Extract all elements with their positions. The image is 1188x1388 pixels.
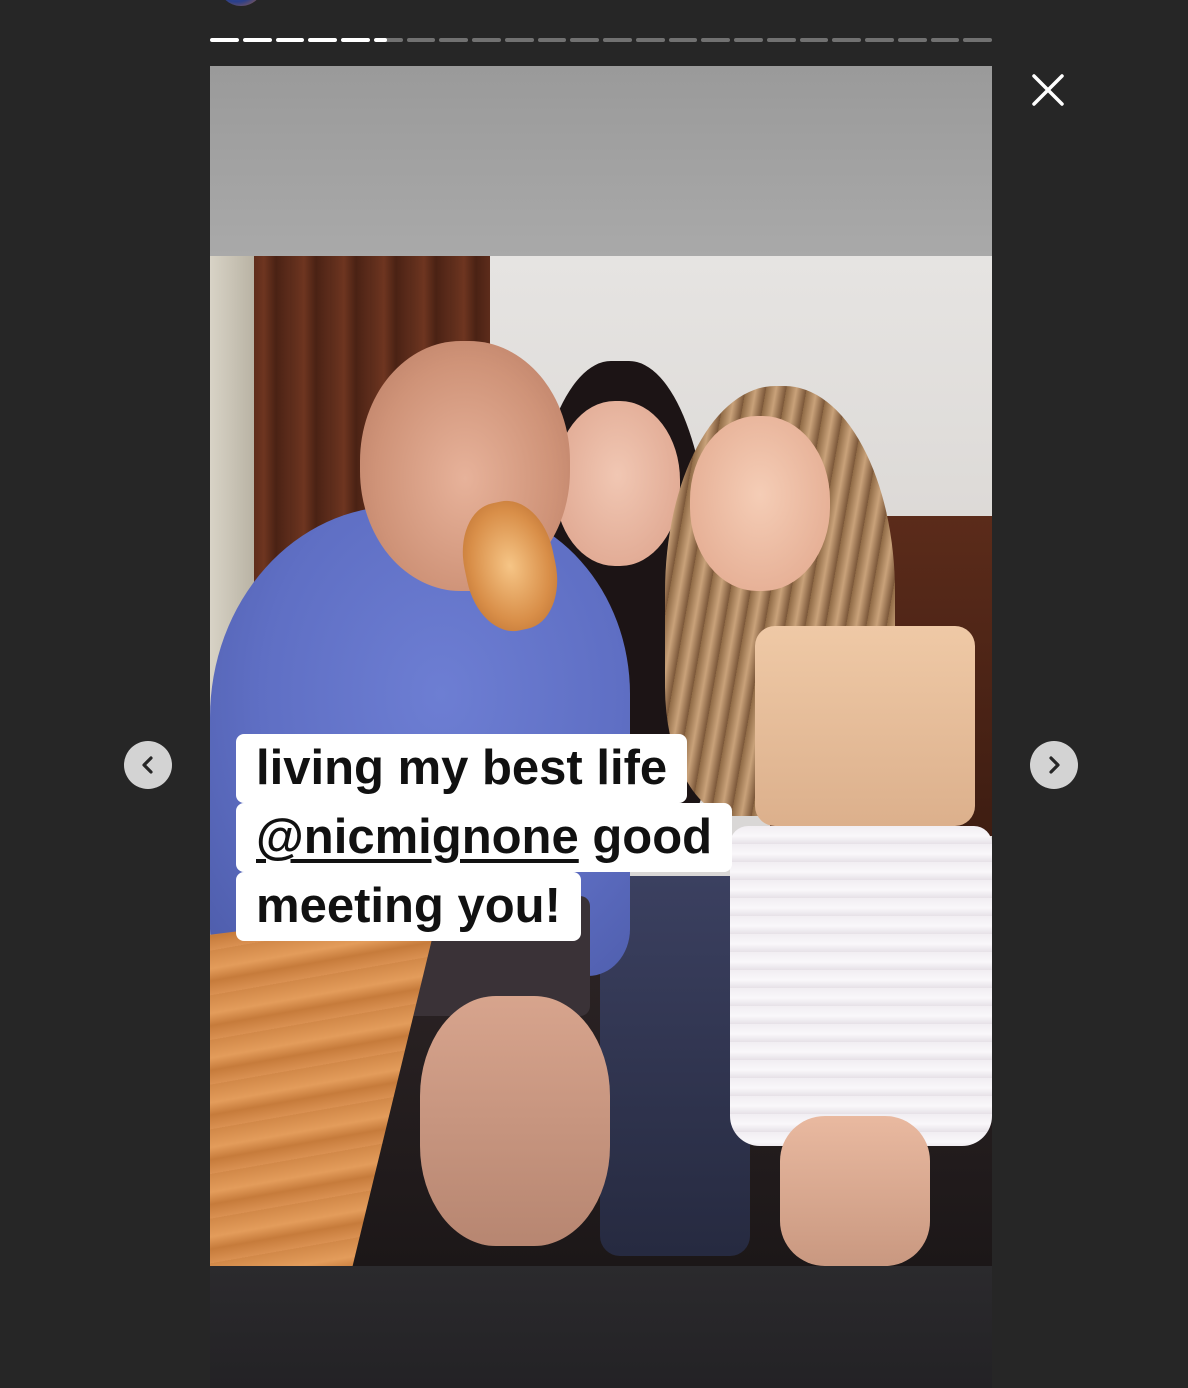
close-icon (1032, 74, 1064, 106)
progress-segment-fill (308, 38, 337, 42)
progress-segment (210, 38, 239, 42)
chevron-left-icon (142, 756, 153, 774)
photo-person-3-face (690, 416, 830, 591)
caption-line-2-text: good (578, 810, 713, 864)
progress-segment (668, 38, 698, 42)
progress-segment (341, 38, 370, 42)
story-caption: living my best life @nicmignone good mee… (236, 734, 756, 941)
story-photo: living my best life @nicmignone good mee… (210, 256, 992, 1266)
chevron-right-icon (1049, 756, 1060, 774)
previous-story-button[interactable] (124, 741, 172, 789)
story-top-gradient (210, 66, 992, 256)
caption-mention-link[interactable]: @nicmignone (256, 810, 579, 864)
progress-segment (406, 38, 436, 42)
photo-person-3-leg (780, 1116, 930, 1266)
progress-segment (799, 38, 829, 42)
progress-segment (373, 38, 403, 42)
progress-segment (275, 38, 305, 42)
progress-segment (963, 38, 992, 42)
caption-line-1: living my best life (236, 734, 688, 803)
story-progress-bar (210, 38, 992, 42)
next-story-button[interactable] (1030, 741, 1078, 789)
progress-segment (930, 38, 960, 42)
progress-segment (766, 38, 796, 42)
progress-segment (897, 38, 927, 42)
photo-person-1-leg (420, 996, 610, 1246)
photo-person-3-skirt (730, 826, 992, 1146)
story-frame[interactable]: living my best life @nicmignone good mee… (210, 66, 992, 1388)
story-viewer: living my best life @nicmignone good mee… (0, 0, 1188, 1388)
progress-segment (308, 38, 337, 42)
photo-person-3-top (755, 626, 975, 826)
progress-segment (701, 38, 730, 42)
progress-segment (537, 38, 567, 42)
caption-line-3: meeting you! (236, 872, 581, 941)
progress-segment (439, 38, 468, 42)
progress-segment (734, 38, 763, 42)
progress-segment (242, 38, 272, 42)
progress-segment-fill (373, 38, 387, 42)
progress-segment (472, 38, 501, 42)
progress-segment-fill (275, 38, 305, 42)
progress-segment (865, 38, 894, 42)
progress-segment-fill (210, 38, 239, 42)
progress-segment-fill (242, 38, 272, 42)
progress-segment (635, 38, 665, 42)
progress-segment (603, 38, 632, 42)
progress-segment (504, 38, 534, 42)
avatar[interactable] (218, 0, 264, 6)
progress-segment (570, 38, 599, 42)
close-button[interactable] (1026, 68, 1070, 112)
story-bottom-gradient (210, 1266, 992, 1388)
photo-person-2-face (555, 401, 680, 566)
progress-segment-fill (341, 38, 370, 42)
caption-line-2: @nicmignone good (236, 803, 733, 872)
progress-segment (832, 38, 861, 42)
